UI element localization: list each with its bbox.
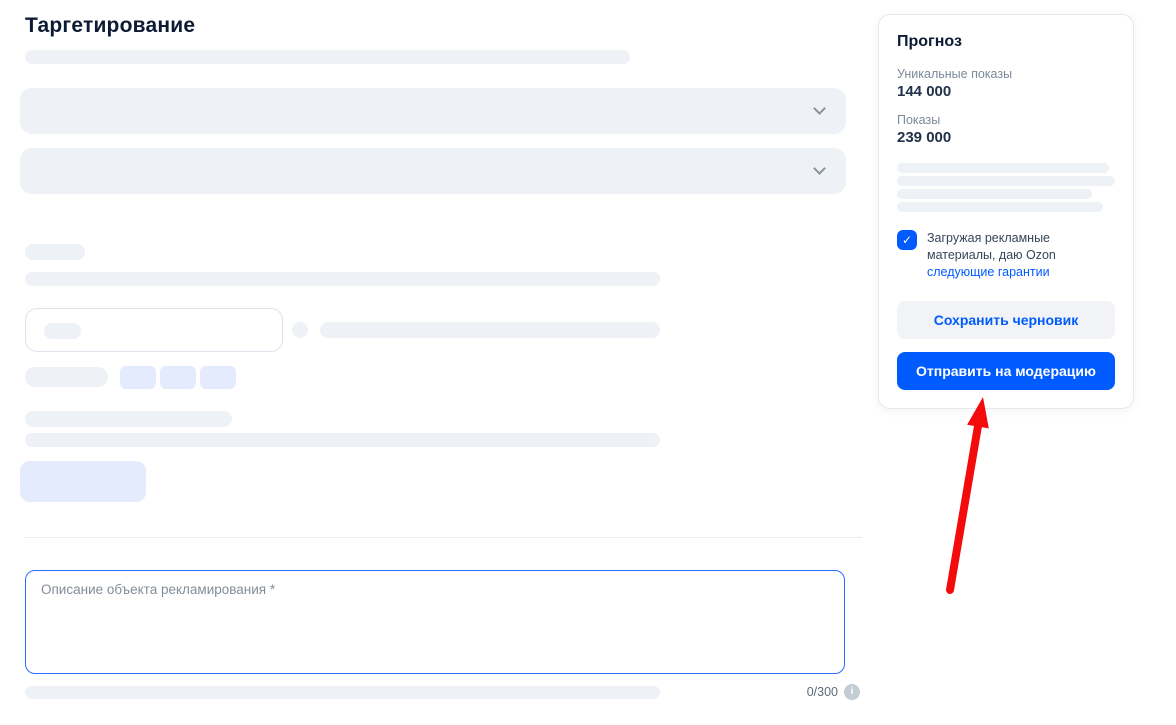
metric-label: Показы (897, 113, 1115, 127)
skeleton-label (25, 367, 108, 387)
metric-value: 144 000 (897, 83, 1115, 100)
consent-text: Загружая рекламные материалы, даю Ozon с… (927, 230, 1115, 281)
skeleton-label (25, 244, 85, 260)
skeleton-text-bar (897, 176, 1115, 186)
submit-moderation-button[interactable]: Отправить на модерацию (897, 352, 1115, 390)
metric-unique-impressions: Уникальные показы 144 000 (897, 67, 1115, 100)
targeting-page: Таргетирование 0/300 i Прогноз Уникальны… (0, 0, 1176, 725)
info-icon[interactable]: i (844, 684, 860, 700)
skeleton-text-bar (25, 272, 660, 286)
guarantees-link[interactable]: следующие гарантии (927, 265, 1050, 279)
section-divider (24, 537, 862, 538)
page-title: Таргетирование (25, 14, 195, 38)
forecast-title: Прогноз (897, 33, 1115, 51)
metric-value: 239 000 (897, 129, 1115, 146)
skeleton-text-bar (897, 202, 1103, 212)
chevron-down-icon (813, 162, 826, 175)
value-input[interactable] (25, 308, 283, 352)
metric-label: Уникальные показы (897, 67, 1115, 81)
red-arrow-annotation (900, 390, 1020, 600)
skeleton-text-bar (897, 163, 1109, 173)
skeleton-text-bar (320, 322, 660, 338)
char-counter: 0/300 (807, 685, 838, 699)
targeting-select-1[interactable] (20, 88, 846, 134)
skeleton-text-bar (25, 50, 630, 64)
skeleton-input-value (44, 323, 81, 339)
consent-text-static: Загружая рекламные материалы, даю Ozon (927, 231, 1056, 262)
forecast-skeletons (897, 163, 1115, 212)
forecast-panel: Прогноз Уникальные показы 144 000 Показы… (878, 14, 1134, 409)
consent-checkbox[interactable]: ✓ (897, 230, 917, 250)
consent-row: ✓ Загружая рекламные материалы, даю Ozon… (897, 230, 1115, 281)
save-draft-button[interactable]: Сохранить черновик (897, 301, 1115, 339)
skeleton-chip-3[interactable] (200, 366, 236, 389)
skeleton-dot (292, 322, 308, 338)
skeleton-chip-2[interactable] (160, 366, 196, 389)
skeleton-chip-1[interactable] (120, 366, 156, 389)
ad-object-description-textarea[interactable] (25, 570, 845, 674)
skeleton-label (25, 411, 232, 427)
skeleton-text-bar (25, 433, 660, 447)
metric-impressions: Показы 239 000 (897, 113, 1115, 146)
chevron-down-icon (813, 102, 826, 115)
skeleton-button[interactable] (20, 461, 146, 502)
targeting-select-2[interactable] (20, 148, 846, 194)
skeleton-hint-bar (25, 686, 660, 699)
skeleton-text-bar (897, 189, 1092, 199)
